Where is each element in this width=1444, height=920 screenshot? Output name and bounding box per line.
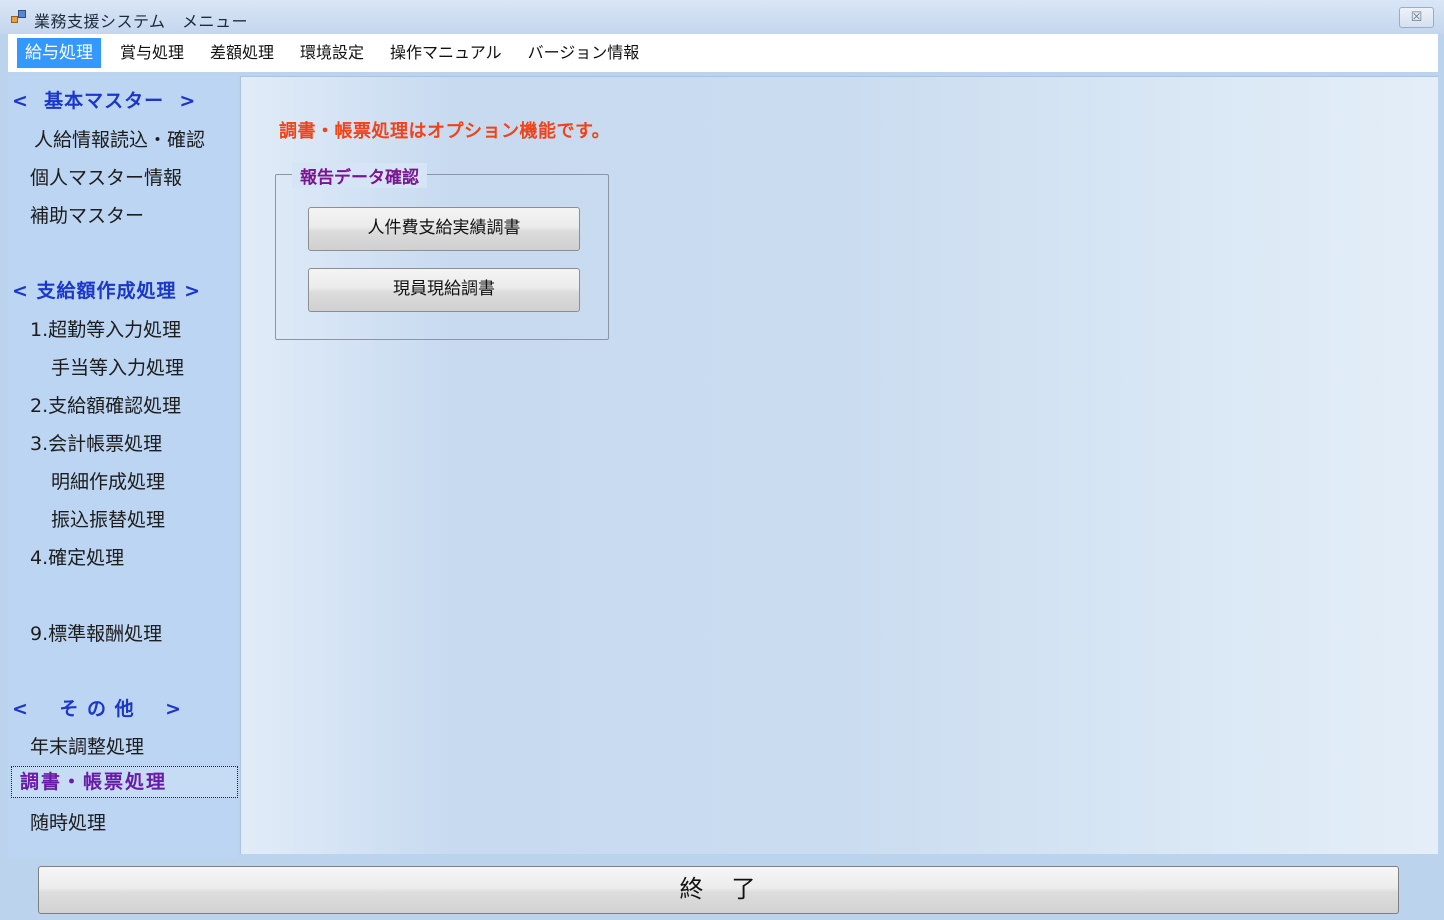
menu-item-version[interactable]: バージョン情報 (515, 38, 653, 68)
option-notice: 調書・帳票処理はオプション機能です。 (279, 121, 611, 142)
exit-button[interactable]: 終 了 (38, 866, 1399, 914)
sidebar-item-statement-creation[interactable]: 明細作成処理 (51, 467, 165, 494)
section-header-other: < そ の 他 > (12, 698, 182, 720)
sidebar-item-overtime-input[interactable]: 1.超勤等入力処理 (30, 315, 181, 342)
sidebar-item-year-end[interactable]: 年末調整処理 (30, 732, 144, 759)
sidebar-item-payment-confirm[interactable]: 2.支給額確認処理 (30, 391, 181, 418)
window-title: 業務支援システム メニュー (34, 12, 249, 31)
app-icon (11, 10, 27, 24)
menu-item-salary[interactable]: 給与処理 (17, 38, 101, 68)
section-header-payment: < 支給額作成処理 > (12, 280, 202, 302)
menu-item-manual[interactable]: 操作マニュアル (377, 38, 515, 68)
sidebar-item-adhoc[interactable]: 随時処理 (30, 808, 106, 835)
sidebar-item-personnel-import[interactable]: 人給情報読込・確認 (34, 125, 205, 152)
main-panel: 調書・帳票処理はオプション機能です。 報告データ確認 人件費支給実績調書 現員現… (240, 76, 1438, 854)
sidebar-item-accounting-forms[interactable]: 3.会計帳票処理 (30, 429, 162, 456)
sidebar: < 基本マスター > 人給情報読込・確認 個人マスター情報 補助マスター < 支… (8, 76, 238, 858)
sidebar-item-allowance-input[interactable]: 手当等入力処理 (51, 353, 184, 380)
personnel-cost-report-button[interactable]: 人件費支給実績調書 (308, 207, 580, 251)
section-header-master: < 基本マスター > (12, 90, 197, 112)
menu-bar: 給与処理 賞与処理 差額処理 環境設定 操作マニュアル バージョン情報 (8, 34, 1438, 72)
group-title: 報告データ確認 (292, 163, 427, 188)
sidebar-item-personal-master[interactable]: 個人マスター情報 (30, 163, 182, 190)
sidebar-item-transfer[interactable]: 振込振替処理 (51, 505, 165, 532)
title-bar: 業務支援システム メニュー ☒ (0, 0, 1444, 34)
menu-item-difference[interactable]: 差額処理 (197, 38, 287, 68)
sidebar-item-aux-master[interactable]: 補助マスター (30, 201, 144, 228)
sidebar-item-finalize[interactable]: 4.確定処理 (30, 543, 124, 570)
menu-item-bonus[interactable]: 賞与処理 (107, 38, 197, 68)
sidebar-item-standard-remuneration[interactable]: 9.標準報酬処理 (30, 619, 162, 646)
menu-item-settings[interactable]: 環境設定 (287, 38, 377, 68)
report-data-group: 報告データ確認 人件費支給実績調書 現員現給調書 (275, 163, 609, 340)
current-staff-salary-report-button[interactable]: 現員現給調書 (308, 268, 580, 312)
sidebar-item-reports[interactable]: 調書・帳票処理 (11, 766, 238, 798)
close-icon[interactable]: ☒ (1399, 7, 1434, 28)
